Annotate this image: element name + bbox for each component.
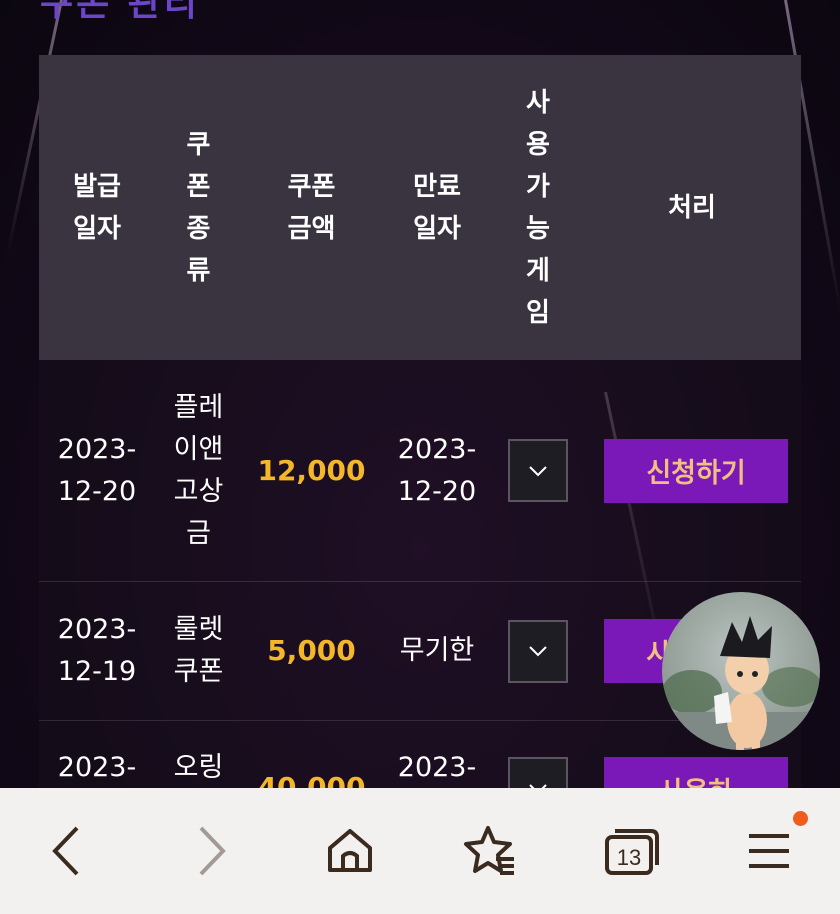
table-header: 발급 일자 쿠 폰 종 류 쿠폰 금액 만료 일자 사 용 가 능 게 임 처리 bbox=[39, 55, 801, 360]
cell-amount: 12,000 bbox=[257, 453, 366, 487]
notification-dot bbox=[793, 811, 808, 826]
forward-button[interactable] bbox=[176, 816, 246, 886]
cell-issue-date: 2023- bbox=[57, 752, 137, 783]
character-figure-image bbox=[662, 616, 820, 750]
tabs-button[interactable]: 13 bbox=[596, 816, 666, 886]
cell-expiry: 2023- bbox=[397, 752, 477, 783]
chevron-down-icon bbox=[529, 646, 547, 657]
menu-button[interactable] bbox=[734, 816, 804, 886]
page-heading: 쿠폰 관리 bbox=[40, 0, 201, 24]
bookmark-star-icon bbox=[464, 826, 514, 875]
tabs-count: 13 bbox=[617, 845, 641, 870]
floating-avatar-button[interactable] bbox=[662, 592, 820, 750]
apply-button[interactable]: 신청하기 bbox=[604, 438, 788, 503]
home-icon bbox=[328, 829, 372, 872]
cell-issue-date: 2023- 12-20 bbox=[57, 433, 137, 507]
back-button[interactable] bbox=[32, 816, 102, 886]
cell-expiry: 무기한 bbox=[399, 635, 475, 666]
chevron-down-icon bbox=[529, 465, 547, 476]
cell-coupon-type: 룰렛 쿠폰 bbox=[173, 614, 224, 687]
header-coupon-amount: 쿠폰 금액 bbox=[287, 171, 336, 244]
game-select[interactable] bbox=[508, 439, 568, 502]
home-button[interactable] bbox=[315, 816, 385, 886]
cell-issue-date: 2023- 12-19 bbox=[57, 614, 137, 687]
header-action: 처리 bbox=[668, 192, 716, 223]
cell-expiry: 2023- 12-20 bbox=[397, 433, 477, 507]
table-row: 2023- 12-20 플레 이앤 고상 금 12,000 2023- 12-2… bbox=[39, 360, 801, 582]
forward-icon bbox=[199, 826, 226, 876]
coupon-table: 발급 일자 쿠 폰 종 류 쿠폰 금액 만료 일자 사 용 가 능 게 임 처리… bbox=[39, 55, 801, 852]
cell-amount: 5,000 bbox=[267, 634, 356, 667]
tabs-icon: 13 bbox=[605, 829, 659, 875]
browser-bottom-bar bbox=[0, 788, 840, 914]
header-available-games: 사 용 가 능 게 임 bbox=[526, 87, 550, 328]
cell-coupon-type: 플레 이앤 고상 금 bbox=[173, 391, 224, 549]
header-issue-date: 발급 일자 bbox=[73, 171, 121, 244]
header-coupon-type: 쿠 폰 종 류 bbox=[186, 129, 211, 286]
header-expiry-date: 만료 일자 bbox=[413, 171, 461, 244]
menu-icon bbox=[749, 834, 789, 868]
cell-coupon-type: 오링 bbox=[173, 752, 224, 783]
back-icon bbox=[52, 826, 79, 876]
game-select[interactable] bbox=[508, 619, 568, 683]
bookmarks-button[interactable] bbox=[455, 816, 525, 886]
